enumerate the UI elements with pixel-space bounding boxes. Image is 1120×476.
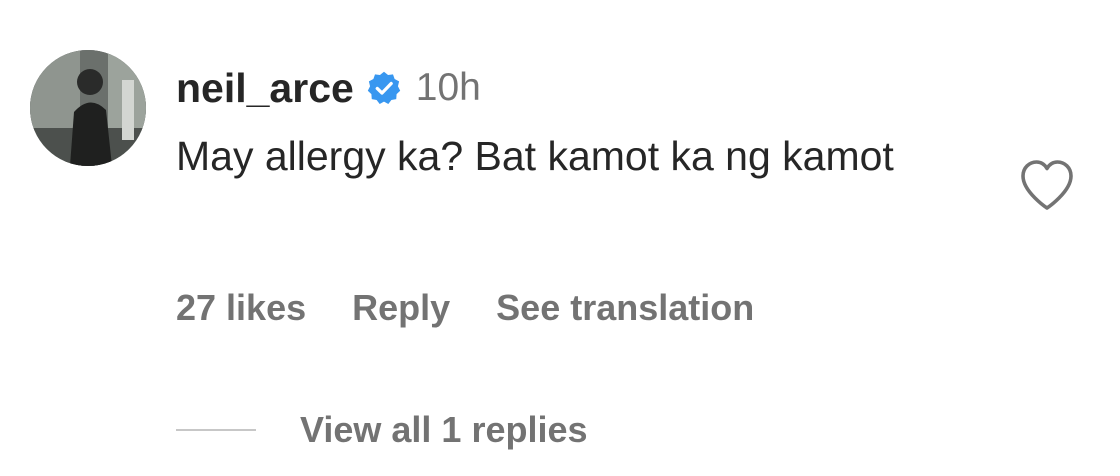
like-button[interactable] — [1018, 158, 1076, 214]
username[interactable]: neil_arce — [176, 62, 354, 114]
comment-header: neil_arce 10h — [176, 62, 481, 114]
see-translation-button[interactable]: See translation — [496, 282, 754, 334]
verified-badge-icon — [366, 70, 402, 106]
heart-outline-icon — [1021, 160, 1073, 210]
comment-timestamp[interactable]: 10h — [416, 62, 481, 114]
likes-count-link[interactable]: 27 likes — [176, 282, 306, 334]
comment-text: May allergy ka? Bat kamot ka ng kamot — [176, 133, 894, 179]
replies-divider — [176, 429, 256, 431]
avatar-photo — [30, 50, 146, 166]
view-replies-button[interactable]: View all 1 replies — [300, 404, 588, 456]
avatar[interactable] — [30, 50, 146, 166]
view-replies-row: View all 1 replies — [176, 404, 588, 456]
reply-button[interactable]: Reply — [352, 282, 450, 334]
comment-actions: 27 likes Reply See translation — [176, 282, 754, 334]
